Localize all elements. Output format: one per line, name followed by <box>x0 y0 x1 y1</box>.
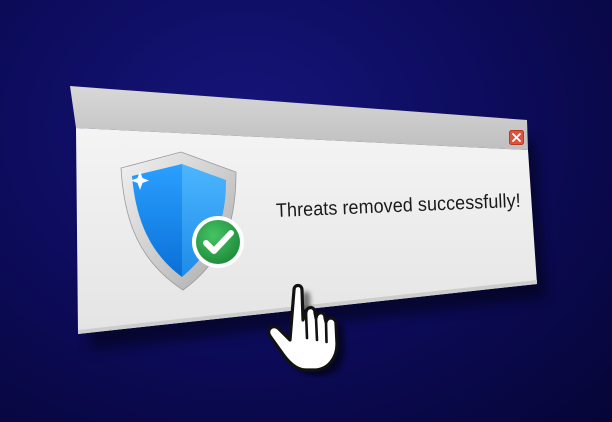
desktop-background: Threats removed successfully! <box>0 0 612 422</box>
close-button[interactable] <box>509 130 524 145</box>
hand-pointer-icon <box>267 283 345 376</box>
